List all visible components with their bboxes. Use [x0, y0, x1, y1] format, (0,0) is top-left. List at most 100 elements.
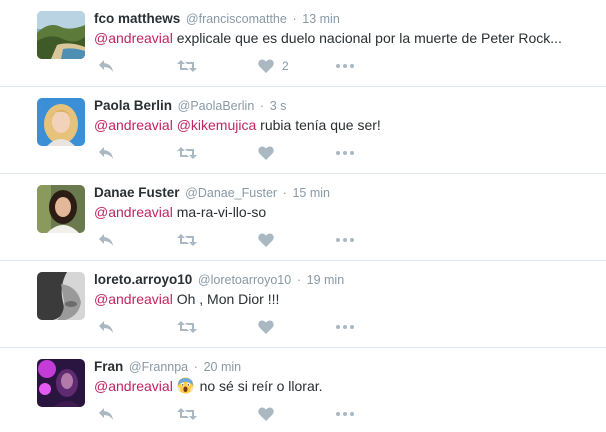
retweet-icon	[177, 234, 197, 246]
retweet-icon	[177, 147, 197, 159]
tweet-actions	[94, 405, 394, 423]
retweet-icon	[177, 321, 197, 333]
tweet[interactable]: Fran @Frannpa · 20 min @andreavial no sé…	[0, 348, 606, 432]
tweet-actions	[94, 231, 394, 249]
heart-icon	[258, 146, 274, 160]
screenname[interactable]: @Frannpa	[129, 360, 188, 374]
retweet-icon	[177, 60, 197, 72]
tweet-feed: fco matthews @franciscomatthe · 13 min @…	[0, 0, 606, 432]
grayscale-face-avatar-icon	[37, 272, 85, 320]
fullname[interactable]: Danae Fuster	[94, 185, 180, 200]
screenname[interactable]: @franciscomatthe	[186, 12, 287, 26]
mention-link[interactable]: @andreavial	[94, 378, 173, 394]
separator: ·	[193, 360, 198, 374]
reply-icon	[99, 60, 113, 72]
avatar[interactable]	[37, 359, 85, 407]
mention-link[interactable]: @andreavial	[94, 117, 173, 133]
timestamp[interactable]: 20 min	[204, 360, 242, 374]
tweet[interactable]: Danae Fuster @Danae_Fuster · 15 min @and…	[0, 174, 606, 261]
reply-button[interactable]	[98, 57, 115, 75]
tweet-body: no sé si reír o llorar.	[199, 378, 323, 394]
more-dots-icon	[336, 64, 354, 68]
mention-link[interactable]: @andreavial	[94, 291, 173, 307]
more-dots-icon	[336, 238, 354, 242]
separator: ·	[296, 273, 302, 287]
more-dots-icon	[336, 412, 354, 416]
fullname[interactable]: fco matthews	[94, 11, 180, 26]
screenname[interactable]: @Danae_Fuster	[185, 186, 277, 200]
tweet[interactable]: loreto.arroyo10 @loretoarroyo10 · 19 min…	[0, 261, 606, 348]
reply-icon	[99, 147, 113, 159]
tweet-text: @andreavial @kikemujica rubia tenía que …	[94, 116, 381, 135]
tweet-text: @andreavial explicale que es duelo nacio…	[94, 29, 562, 48]
avatar[interactable]	[37, 11, 85, 59]
heart-icon	[258, 233, 274, 247]
like-button[interactable]	[258, 405, 282, 423]
reply-button[interactable]	[98, 318, 115, 336]
more-button[interactable]	[336, 57, 354, 75]
tweet[interactable]: Paola Berlin @PaolaBerlin · 3 s @andreav…	[0, 87, 606, 174]
blonde-woman-avatar-icon	[37, 98, 85, 146]
tweet-text: @andreavial no sé si reír o llorar.	[94, 377, 323, 396]
tweet-header: Fran @Frannpa · 20 min	[94, 358, 241, 376]
screenname[interactable]: @PaolaBerlin	[178, 99, 255, 113]
tweet-actions	[94, 144, 394, 162]
mention-link[interactable]: @andreavial	[94, 30, 173, 46]
avatar[interactable]	[37, 98, 85, 146]
mention-link[interactable]: @andreavial	[94, 204, 173, 220]
screenname[interactable]: @loretoarroyo10	[198, 273, 291, 287]
landscape-avatar-icon	[37, 11, 85, 59]
like-button[interactable]: 2	[258, 57, 289, 75]
separator: ·	[282, 186, 287, 200]
timestamp[interactable]: 15 min	[292, 186, 330, 200]
reply-button[interactable]	[98, 144, 115, 162]
heart-icon	[258, 407, 274, 421]
tweet-header: Paola Berlin @PaolaBerlin · 3 s	[94, 97, 286, 115]
fullname[interactable]: Fran	[94, 359, 123, 374]
tweet-header: loreto.arroyo10 @loretoarroyo10 · 19 min	[94, 271, 344, 289]
mention-link[interactable]: @kikemujica	[177, 117, 257, 133]
separator: ·	[259, 99, 265, 113]
tweet-actions	[94, 318, 394, 336]
timestamp[interactable]: 19 min	[307, 273, 345, 287]
tweet-text: @andreavial ma-ra-vi-llo-so	[94, 203, 266, 222]
fullname[interactable]: Paola Berlin	[94, 98, 172, 113]
more-button[interactable]	[336, 144, 354, 162]
retweet-button[interactable]	[177, 144, 197, 162]
tweet-body: rubia tenía que ser!	[260, 117, 381, 133]
timestamp[interactable]: 13 min	[302, 12, 340, 26]
tweet-actions: 2	[94, 57, 394, 75]
more-dots-icon	[336, 151, 354, 155]
like-button[interactable]	[258, 318, 282, 336]
like-button[interactable]	[258, 144, 282, 162]
tweet-body: explicale que es duelo nacional por la m…	[176, 30, 562, 46]
heart-icon	[258, 59, 274, 73]
like-button[interactable]	[258, 231, 282, 249]
avatar[interactable]	[37, 272, 85, 320]
fullname[interactable]: loreto.arroyo10	[94, 272, 192, 287]
reply-button[interactable]	[98, 231, 115, 249]
purple-concert-avatar-icon	[37, 359, 85, 407]
retweet-icon	[177, 408, 197, 420]
tweet[interactable]: fco matthews @franciscomatthe · 13 min @…	[0, 0, 606, 87]
retweet-button[interactable]	[177, 405, 197, 423]
reply-icon	[99, 234, 113, 246]
screaming-face-emoji-icon	[177, 377, 194, 394]
separator: ·	[292, 12, 297, 26]
tweet-text: @andreavial Oh , Mon Dior !!!	[94, 290, 279, 309]
more-button[interactable]	[336, 405, 354, 423]
reply-button[interactable]	[98, 405, 115, 423]
tweet-header: fco matthews @franciscomatthe · 13 min	[94, 10, 340, 28]
avatar[interactable]	[37, 185, 85, 233]
retweet-button[interactable]	[177, 318, 197, 336]
tweet-body: ma-ra-vi-llo-so	[176, 204, 267, 220]
reply-icon	[99, 321, 113, 333]
retweet-button[interactable]	[177, 57, 197, 75]
reply-icon	[99, 408, 113, 420]
more-button[interactable]	[336, 231, 354, 249]
timestamp[interactable]: 3 s	[270, 99, 287, 113]
woman-portrait-avatar-icon	[37, 185, 85, 233]
more-button[interactable]	[336, 318, 354, 336]
retweet-button[interactable]	[177, 231, 197, 249]
like-count: 2	[282, 59, 289, 73]
